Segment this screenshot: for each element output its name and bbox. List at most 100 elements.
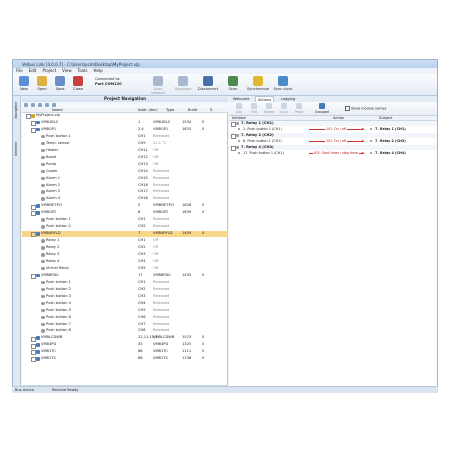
action-add-button[interactable]: Add	[232, 103, 246, 114]
channel-row[interactable]: Relay 4 CH4 Off	[22, 259, 228, 265]
action-edit-button[interactable]: Edit	[247, 103, 261, 114]
channel-row[interactable]: Relay 2 CH2 Off	[22, 245, 228, 251]
row-name: Relay 1	[46, 238, 60, 243]
channel-row[interactable]: Boost CH12 Off	[22, 155, 228, 161]
module-row[interactable]: VMB1TC 68 VMB1TC 1111 0	[22, 349, 228, 356]
side-tab[interactable]: Navigator	[14, 102, 18, 119]
toolbar-button[interactable]: Scan	[222, 76, 244, 91]
channel-icon	[41, 239, 45, 243]
channel-row[interactable]: Alarm 3 CH17 Released	[22, 189, 228, 195]
action-label: Edit	[250, 110, 258, 114]
row-c3: 1325	[182, 342, 192, 347]
channel-row[interactable]: Pump CH13 Off	[22, 162, 228, 168]
action-copy-button[interactable]: Copy	[277, 103, 291, 114]
action-label: Copy	[279, 110, 289, 114]
row-name: Alarm 2	[46, 182, 61, 187]
channel-row[interactable]: Push button 1 CH1 Released	[22, 134, 228, 140]
module-row[interactable]: VMB4PD 45 VMB4PD 1325 0	[22, 342, 228, 349]
refresh-icon[interactable]	[45, 103, 49, 107]
row-c1: CH1	[138, 279, 146, 284]
row-c2: VMBGP2	[153, 210, 169, 215]
action-label: Paste	[294, 110, 304, 114]
channel-icon	[41, 266, 45, 271]
row-name: Push button 7	[46, 321, 71, 326]
toolbar-button-icon	[203, 76, 213, 86]
project-row[interactable]: MyProject.vlp	[22, 113, 228, 120]
toolbar-button[interactable]: New	[16, 76, 32, 91]
row-c1: CH3	[138, 252, 146, 256]
filter-icon[interactable]	[38, 103, 42, 107]
channel-row[interactable]: Heater CH11 Off	[22, 148, 228, 154]
module-icon	[36, 350, 40, 354]
channel-row[interactable]: Push button 3 CH3 Released	[22, 294, 228, 300]
module-row[interactable]: VMB8PBU 17 VMB8PBU 1435 0	[22, 272, 228, 280]
channel-row[interactable]: Relay 1 CH1 Off	[22, 238, 228, 244]
toolbar-button[interactable]: Sync clock	[272, 76, 294, 91]
channel-row[interactable]: Push button 1 CH1 Released	[22, 217, 228, 223]
action-paste-button[interactable]: Paste	[292, 103, 306, 114]
relay-icon	[236, 146, 239, 149]
toolbar-button-label: Close	[73, 87, 83, 91]
show-module-names-toggle[interactable]: Show module names	[345, 106, 386, 111]
search-icon[interactable]	[52, 103, 56, 107]
toolbar-button[interactable]: Open	[34, 76, 50, 91]
channel-row[interactable]: Alarm 4 CH18 Released	[22, 196, 228, 202]
row-name: VMB1TC	[41, 349, 56, 354]
row-c4: 0	[202, 210, 205, 215]
action-delete-button[interactable]: Delete	[262, 103, 276, 114]
channel-row[interactable]: Virtual Relay CH5 Off	[22, 266, 228, 272]
action-label: 101. On / off	[309, 127, 363, 131]
channel-row[interactable]: Temp. sensor CH9 21.1 °C	[22, 141, 228, 147]
row-c3: 1136	[182, 356, 192, 361]
module-row[interactable]: VMBGP1 2,4 VMBGP1 1625 0	[22, 127, 228, 134]
collapse-icon[interactable]	[31, 103, 35, 107]
row-c4: 0	[202, 272, 205, 277]
toolbar-button[interactable]: Diagnose	[172, 76, 194, 91]
toolbar-button[interactable]: Close	[70, 76, 86, 91]
module-row[interactable]: VMB4RYLD 7 VMB4RYLD 1409 0	[22, 231, 228, 238]
row-c1: 45	[138, 342, 143, 347]
module-row[interactable]: VMBMETEO 5 VMBMETEO 1626 0	[22, 203, 228, 210]
action-line[interactable]: 6. Push button 1 (CH1) 101. On / off ▶ 7. R…	[229, 138, 437, 144]
row-c1: CH5	[138, 265, 146, 270]
channel-row[interactable]: Relay 3 CH3 Off	[22, 252, 228, 258]
expand-icon[interactable]	[24, 103, 28, 107]
row-c1: CH18	[138, 196, 148, 201]
subject-label: 7. Relay 1 (CH1)	[375, 127, 406, 131]
row-c4: 0	[202, 231, 205, 236]
channel-row[interactable]: Cooler CH14 Released	[22, 169, 228, 175]
toolbar-button[interactable]: Save	[52, 76, 68, 91]
module-row[interactable]: VMB1TS 88 VMB1TS 1136 0	[22, 356, 228, 363]
toolbar-button[interactable]: Disconnect	[197, 76, 219, 91]
row-name: Push button 8	[46, 328, 71, 333]
action-label: Delete	[263, 110, 275, 114]
row-c2: 21.1 °C	[153, 140, 167, 145]
checkbox-icon	[345, 106, 350, 111]
channel-icon	[41, 287, 45, 292]
module-row[interactable]: VMB1BLS 1 VMB1BLS 1534 0	[22, 120, 228, 127]
row-name: VMBGP2	[41, 210, 57, 215]
row-c2: Off	[153, 161, 159, 166]
action-icon	[266, 103, 272, 109]
initiator-label: 6. Push button 1 (CH1)	[243, 139, 282, 143]
channel-row[interactable]: Push button 8 CH8 Released	[22, 328, 228, 334]
channel-row[interactable]: Push button 2 CH2 Released	[22, 224, 228, 230]
action-line[interactable]: 2. Push button 1 (CH1) 101. On / off ▶ 7. R…	[229, 126, 437, 132]
channel-row[interactable]: Alarm 2 CH16 Released	[22, 183, 228, 189]
module-row[interactable]: VMBGP2 6 VMBGP2 1639 0	[22, 210, 228, 217]
channel-row[interactable]: Push button 7 CH7 Released	[22, 322, 228, 328]
action-grouped-button[interactable]: Grouped	[315, 103, 329, 114]
channel-row[interactable]: Alarm 1 CH15 Released	[22, 176, 228, 182]
channel-row[interactable]: Push button 1 CH1 Released	[22, 280, 228, 286]
action-line[interactable]: 17. Push button 1 (CH1) 405. Start timer …	[229, 150, 437, 156]
row-name: VMBMETEO	[41, 203, 62, 208]
channel-row[interactable]: Push button 2 CH2 Released	[22, 287, 228, 293]
toolbar-button[interactable]: Scan network	[147, 76, 169, 95]
channel-row[interactable]: Push button 4 CH4 Released	[22, 301, 228, 307]
toolbar-button[interactable]: Synchronize	[247, 76, 269, 91]
channel-row[interactable]: Push button 6 CH6 Released	[22, 315, 228, 321]
module-row[interactable]: VMBLCDWB 22,11,15,3 VMBLCDWB 1523 0	[22, 335, 228, 342]
channel-row[interactable]: Push button 5 CH5 Released	[22, 308, 228, 314]
row-name: Push button 1	[46, 279, 71, 284]
side-tab[interactable]: Selector	[14, 142, 18, 156]
